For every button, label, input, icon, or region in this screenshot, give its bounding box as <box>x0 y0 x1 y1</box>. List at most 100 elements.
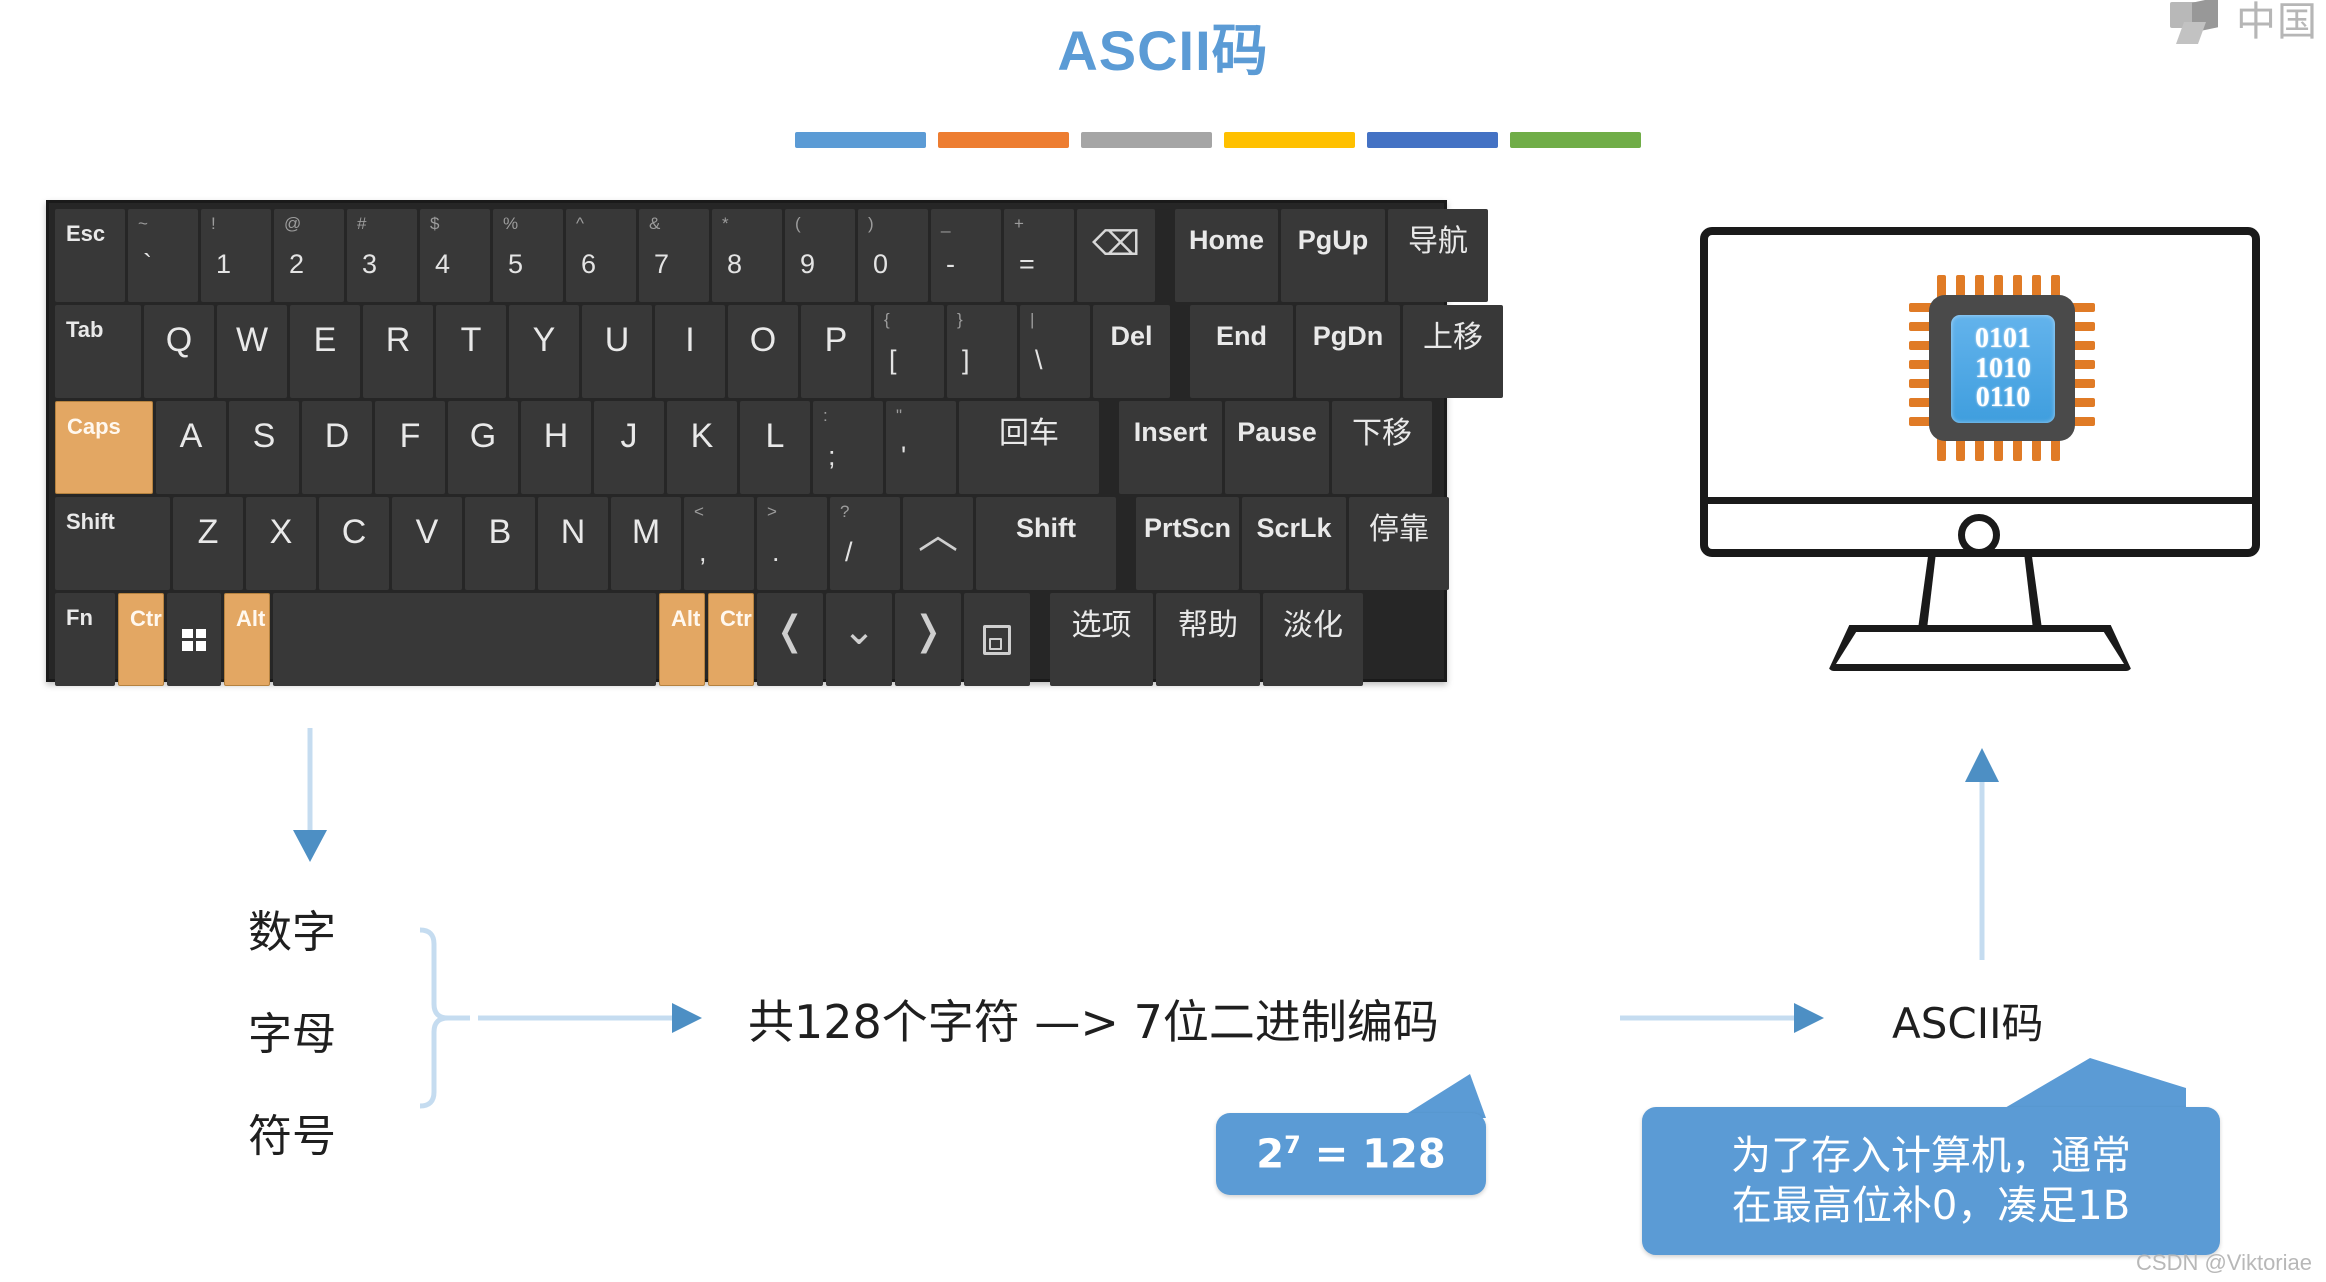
key-b[interactable]: B <box>465 497 535 590</box>
key-label: 导航 <box>1408 224 1468 259</box>
key--[interactable]: ? / <box>830 497 900 590</box>
key-label: D <box>324 417 350 455</box>
key-2[interactable]: @2 <box>274 209 344 302</box>
key-app-menu-icon[interactable] <box>964 593 1030 686</box>
key-label: PgUp <box>1297 225 1369 255</box>
key-n[interactable]: N <box>538 497 608 590</box>
key-pgdn[interactable]: PgDn <box>1296 305 1400 398</box>
key-base-label: - <box>946 249 955 279</box>
key--[interactable]: }] <box>947 305 1017 398</box>
key--[interactable]: {[ <box>874 305 944 398</box>
key-4[interactable]: $4 <box>420 209 490 302</box>
key-label: C <box>341 513 367 551</box>
key-k[interactable]: K <box>667 401 737 494</box>
key-v[interactable]: V <box>392 497 462 590</box>
key-ctrl[interactable]: Ctrl <box>118 593 164 686</box>
key-o[interactable]: O <box>728 305 798 398</box>
key--[interactable]: " ' <box>886 401 956 494</box>
key-8[interactable]: * 8 <box>712 209 782 302</box>
callout-note-line2: 在最高位补0，凑足1B <box>1731 1183 2131 1229</box>
key-x[interactable]: X <box>246 497 316 590</box>
key-0[interactable]: ) 0 <box>858 209 928 302</box>
key-j[interactable]: J <box>594 401 664 494</box>
key-l[interactable]: L <box>740 401 810 494</box>
key-c[interactable]: C <box>319 497 389 590</box>
key-t[interactable]: T <box>436 305 506 398</box>
key-base-label: [ <box>889 345 897 375</box>
key-上移[interactable]: 上移 <box>1403 305 1503 398</box>
key-base-label: 0 <box>873 249 889 279</box>
key-i[interactable]: I <box>655 305 725 398</box>
key-帮助[interactable]: 帮助 <box>1156 593 1260 686</box>
key-ctrl[interactable]: Ctrl <box>708 593 754 686</box>
group-brace <box>419 927 470 1109</box>
key-pgup[interactable]: PgUp <box>1281 209 1385 302</box>
key-h[interactable]: H <box>521 401 591 494</box>
key-shift[interactable]: Shift <box>55 497 170 590</box>
key-淡化[interactable]: 淡化 <box>1263 593 1363 686</box>
key-m[interactable]: M <box>611 497 681 590</box>
key-w[interactable]: W <box>217 305 287 398</box>
key-9[interactable]: (9 <box>785 209 855 302</box>
key-停靠[interactable]: 停靠 <box>1349 497 1449 590</box>
key-d[interactable]: D <box>302 401 372 494</box>
key--[interactable]: _ - <box>931 209 1001 302</box>
key-1[interactable]: ! 1 <box>201 209 271 302</box>
key-p[interactable]: P <box>801 305 871 398</box>
key-shift-label: | <box>1030 310 1035 329</box>
key--[interactable]: ︿ <box>903 497 973 590</box>
key-下移[interactable]: 下移 <box>1332 401 1432 494</box>
key-shift[interactable]: Shift <box>976 497 1116 590</box>
key-e[interactable]: E <box>290 305 360 398</box>
key-insert[interactable]: Insert <box>1119 401 1222 494</box>
key--[interactable]: >. <box>757 497 827 590</box>
key-prtscn[interactable]: PrtScn <box>1136 497 1239 590</box>
key-u[interactable]: U <box>582 305 652 398</box>
key-z[interactable]: Z <box>173 497 243 590</box>
key-del[interactable]: Del <box>1093 305 1170 398</box>
key--[interactable]: + = <box>1004 209 1074 302</box>
key-label: B <box>488 513 512 551</box>
key-key[interactable] <box>273 593 656 686</box>
key--[interactable]: :; <box>813 401 883 494</box>
key-label: Shift <box>1016 513 1076 543</box>
key-a[interactable]: A <box>156 401 226 494</box>
key-g[interactable]: G <box>448 401 518 494</box>
key-3[interactable]: #3 <box>347 209 417 302</box>
key--[interactable]: ❭ <box>895 593 961 686</box>
key-shift-label: > <box>767 502 777 521</box>
key-home[interactable]: Home <box>1175 209 1278 302</box>
key-y[interactable]: Y <box>509 305 579 398</box>
key--[interactable]: ⌫ <box>1077 209 1155 302</box>
key-scrlk[interactable]: ScrLk <box>1242 497 1346 590</box>
key--[interactable]: ❬ <box>757 593 823 686</box>
key-fn[interactable]: Fn <box>55 593 115 686</box>
key-alt[interactable]: Alt <box>224 593 270 686</box>
key-导航[interactable]: 导航 <box>1388 209 1488 302</box>
key-6[interactable]: ^ 6 <box>566 209 636 302</box>
key-q[interactable]: Q <box>144 305 214 398</box>
key-windows-icon[interactable] <box>167 593 221 686</box>
key-5[interactable]: % 5 <box>493 209 563 302</box>
key-end[interactable]: End <box>1190 305 1293 398</box>
key-label: Del <box>1110 321 1153 351</box>
key--[interactable]: ⌄ <box>826 593 892 686</box>
windows-icon <box>182 628 206 651</box>
key-f[interactable]: F <box>375 401 445 494</box>
key--[interactable]: ~ ` <box>128 209 198 302</box>
key-esc[interactable]: Esc <box>55 209 125 302</box>
key-选项[interactable]: 选项 <box>1050 593 1153 686</box>
key-label: F <box>399 417 421 455</box>
key-label: 上移 <box>1423 320 1483 355</box>
key-caps[interactable]: Caps <box>55 401 153 494</box>
key-tab[interactable]: Tab <box>55 305 141 398</box>
key-s[interactable]: S <box>229 401 299 494</box>
key--[interactable]: | \ <box>1020 305 1090 398</box>
key-label: G <box>469 417 497 455</box>
key-alt[interactable]: Alt <box>659 593 705 686</box>
key-pause[interactable]: Pause <box>1225 401 1329 494</box>
key-7[interactable]: & 7 <box>639 209 709 302</box>
key-回车[interactable]: 回车 <box>959 401 1099 494</box>
key--[interactable]: <, <box>684 497 754 590</box>
key-r[interactable]: R <box>363 305 433 398</box>
